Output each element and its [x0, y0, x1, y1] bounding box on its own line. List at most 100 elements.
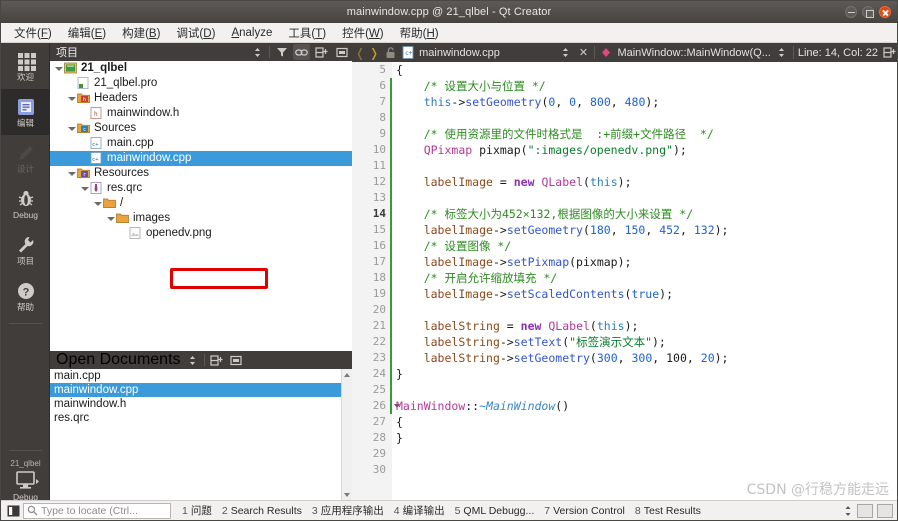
output-pane-1[interactable]: 1 问题 [177, 503, 217, 518]
toolbar-divider [594, 46, 596, 59]
mode-项目[interactable]: 项目 [1, 227, 50, 273]
tree-item-Sources[interactable]: c Sources [50, 121, 352, 136]
editor-filename[interactable]: mainwindow.cpp [419, 47, 500, 59]
menu-4[interactable]: 调试(D) [169, 23, 222, 43]
open-documents-list[interactable]: main.cpp mainwindow.cpp mainwindow.h res.qr… [50, 369, 352, 501]
tree-item-Resources[interactable]: r Resources [50, 166, 352, 181]
output-pane-toggle-icon[interactable] [843, 505, 853, 517]
chevron-down-icon[interactable] [67, 94, 77, 104]
mode-编辑[interactable]: 编辑 [1, 89, 50, 135]
minimize-output-icon[interactable] [857, 503, 873, 518]
sort-filter-icon[interactable] [184, 352, 201, 368]
locator-input[interactable]: Type to locate (Ctrl... [23, 502, 171, 519]
tree-item-Headers[interactable]: h Headers [50, 91, 352, 106]
mode-帮助[interactable]: ? 帮助 [1, 273, 50, 319]
project-tree[interactable]: 21_qlbel 21_qlbel.pro h Headers h mainwindow.… [50, 61, 352, 351]
kit-selector[interactable]: 21_qlbel Debug [1, 455, 50, 502]
code-token: /* 使用资源里的文件时格式是 :+前缀+文件路径 */ [396, 127, 714, 141]
chevron-down-icon[interactable] [93, 199, 103, 209]
code-token: this [423, 95, 452, 109]
code-token: ); [672, 143, 687, 157]
chevron-down-icon[interactable] [67, 169, 77, 179]
menu-5[interactable]: Analyze [224, 25, 279, 41]
split-icon[interactable] [313, 44, 330, 60]
close-panel-icon[interactable] [228, 352, 245, 368]
output-pane-7[interactable]: 7 Version Control [539, 505, 630, 517]
link-with-editor-icon[interactable] [293, 44, 310, 60]
close-panel-icon[interactable] [333, 44, 350, 60]
chevron-down-icon[interactable] [67, 124, 77, 134]
menu-8[interactable]: 帮助(H) [393, 23, 446, 43]
maximize-output-icon[interactable] [877, 503, 893, 518]
tree-item-res.qrc[interactable]: res.qrc [50, 181, 352, 196]
mode-欢迎[interactable]: 欢迎 [1, 43, 50, 89]
open-documents-scrollbar[interactable] [341, 369, 352, 501]
output-pane-8[interactable]: 8 Test Results [630, 505, 706, 517]
navigate-forward-icon[interactable]: ❭ [369, 47, 379, 59]
chevron-down-icon[interactable] [54, 64, 64, 74]
code-line: } [396, 366, 897, 382]
toolbar-divider [203, 354, 205, 366]
code-token: 800 [589, 95, 611, 109]
menu-2[interactable]: 编辑(E) [61, 23, 113, 43]
sort-filter-icon[interactable] [249, 44, 266, 60]
code-token: , [555, 95, 570, 109]
toggle-sidebar-icon[interactable] [3, 503, 23, 518]
status-bar: Type to locate (Ctrl... 1 问题 2 Search Resul… [1, 500, 897, 520]
open-document-mainwindow.cpp[interactable]: mainwindow.cpp [50, 383, 352, 397]
line-number: 30 [372, 463, 386, 476]
code-token: setGeometry [465, 95, 542, 109]
tree-item-/[interactable]: / [50, 196, 352, 211]
line-number: 21 [372, 319, 386, 332]
svg-text:?: ? [22, 287, 29, 299]
code-token: /* 开启允许缩放填充 */ [396, 271, 558, 285]
line-number: 28 [372, 431, 386, 444]
mode-Debug[interactable]: Debug [1, 181, 50, 227]
editor-symbol-selector[interactable]: MainWindow::MainWindow(Q... [617, 47, 770, 59]
chevron-down-icon[interactable] [106, 214, 116, 224]
tree-item-mainwindow.h[interactable]: h mainwindow.h [50, 106, 352, 121]
tree-item-images[interactable]: images [50, 211, 352, 226]
output-pane-2[interactable]: 2 Search Results [217, 505, 307, 517]
code-editor[interactable]: 5 6 7 8 9 10 11 12 13 14 15 16 17 18 19 20 21 22 23 24 25 26 2… [352, 62, 897, 501]
split-editor-icon[interactable] [882, 45, 896, 60]
code-text[interactable]: { /* 设置大小与位置 */ this->setGeometry(0, 0, … [396, 62, 897, 501]
code-token: (pixmap); [569, 255, 632, 269]
line-number: 26 [372, 399, 386, 412]
chevron-down-icon[interactable] [80, 184, 90, 194]
tree-item-21_qlbel[interactable]: 21_qlbel [50, 61, 352, 76]
menu-6[interactable]: 工具(T) [281, 23, 333, 43]
open-document-mainwindow.h[interactable]: mainwindow.h [50, 397, 352, 411]
file-dropdown-icon[interactable] [558, 45, 572, 60]
open-document-res.qrc[interactable]: res.qrc [50, 411, 352, 425]
output-pane-4[interactable]: 4 编译输出 [389, 503, 450, 518]
folder-icon [116, 212, 130, 225]
close-button[interactable] [879, 6, 891, 18]
split-icon[interactable] [208, 352, 225, 368]
tree-item-main.cpp[interactable]: c+ main.cpp [50, 136, 352, 151]
tree-item-openedv.png[interactable]: openedv.png [50, 226, 352, 241]
code-line: QPixmap pixmap(":images/openedv.png"); [396, 142, 897, 158]
output-pane-label: 应用程序输出 [320, 505, 384, 517]
mode-divider [8, 323, 42, 324]
menu-3[interactable]: 构建(B) [115, 23, 167, 43]
code-line: /* 标签大小为452×132,根据图像的大小来设置 */ [396, 206, 897, 222]
filter-icon[interactable] [273, 44, 290, 60]
minimize-button[interactable] [845, 6, 857, 18]
open-document-main.cpp[interactable]: main.cpp [50, 369, 352, 383]
maximize-button[interactable] [862, 6, 874, 18]
menu-1[interactable]: 文件(F) [7, 23, 59, 43]
close-document-icon[interactable]: ✕ [576, 45, 590, 60]
output-pane-5[interactable]: 5 QML Debugg... [450, 505, 540, 517]
code-token: /* 标签大小为452×132,根据图像的大小来设置 */ [396, 207, 694, 221]
navigate-back-icon[interactable]: ❬ [355, 47, 365, 59]
unlocked-icon[interactable] [383, 45, 397, 60]
tree-item-21_qlbel.pro[interactable]: 21_qlbel.pro [50, 76, 352, 91]
menu-bar: 文件(F) 编辑(E) 构建(B) 调试(D) Analyze 工具(T) 控件(W) 帮助(… [1, 23, 897, 43]
symbol-dropdown-icon[interactable] [775, 45, 789, 60]
menu-7[interactable]: 控件(W) [335, 23, 391, 43]
tree-item-mainwindow.cpp[interactable]: c+ mainwindow.cpp [50, 151, 352, 166]
output-pane-3[interactable]: 3 应用程序输出 [307, 503, 389, 518]
